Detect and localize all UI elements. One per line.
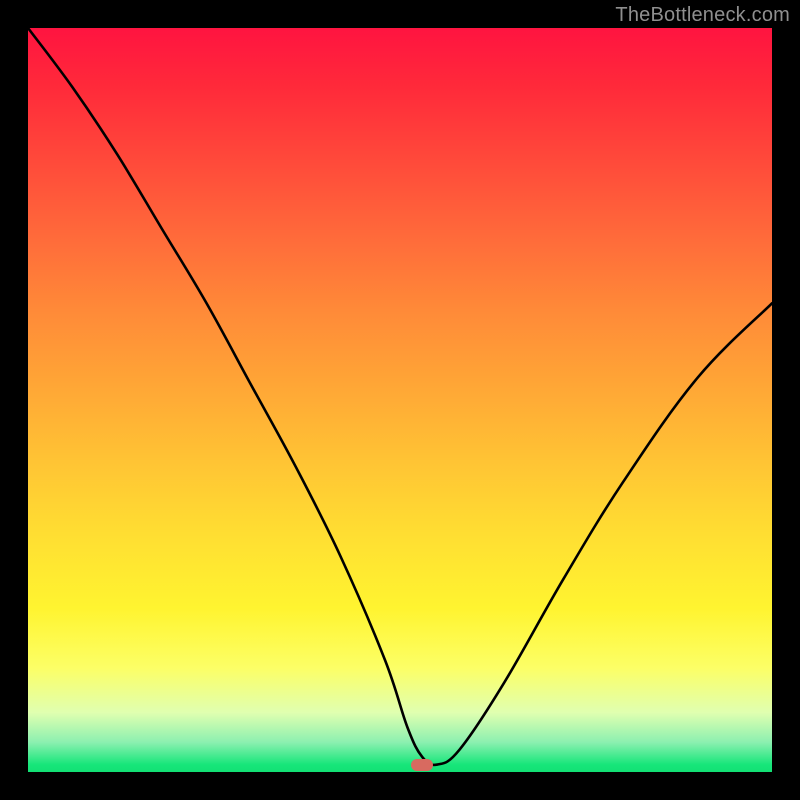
- optimal-marker: [411, 759, 433, 771]
- chart-frame: TheBottleneck.com: [0, 0, 800, 800]
- watermark-text: TheBottleneck.com: [615, 4, 790, 27]
- bottleneck-curve: [28, 28, 772, 772]
- plot-area: [28, 28, 772, 772]
